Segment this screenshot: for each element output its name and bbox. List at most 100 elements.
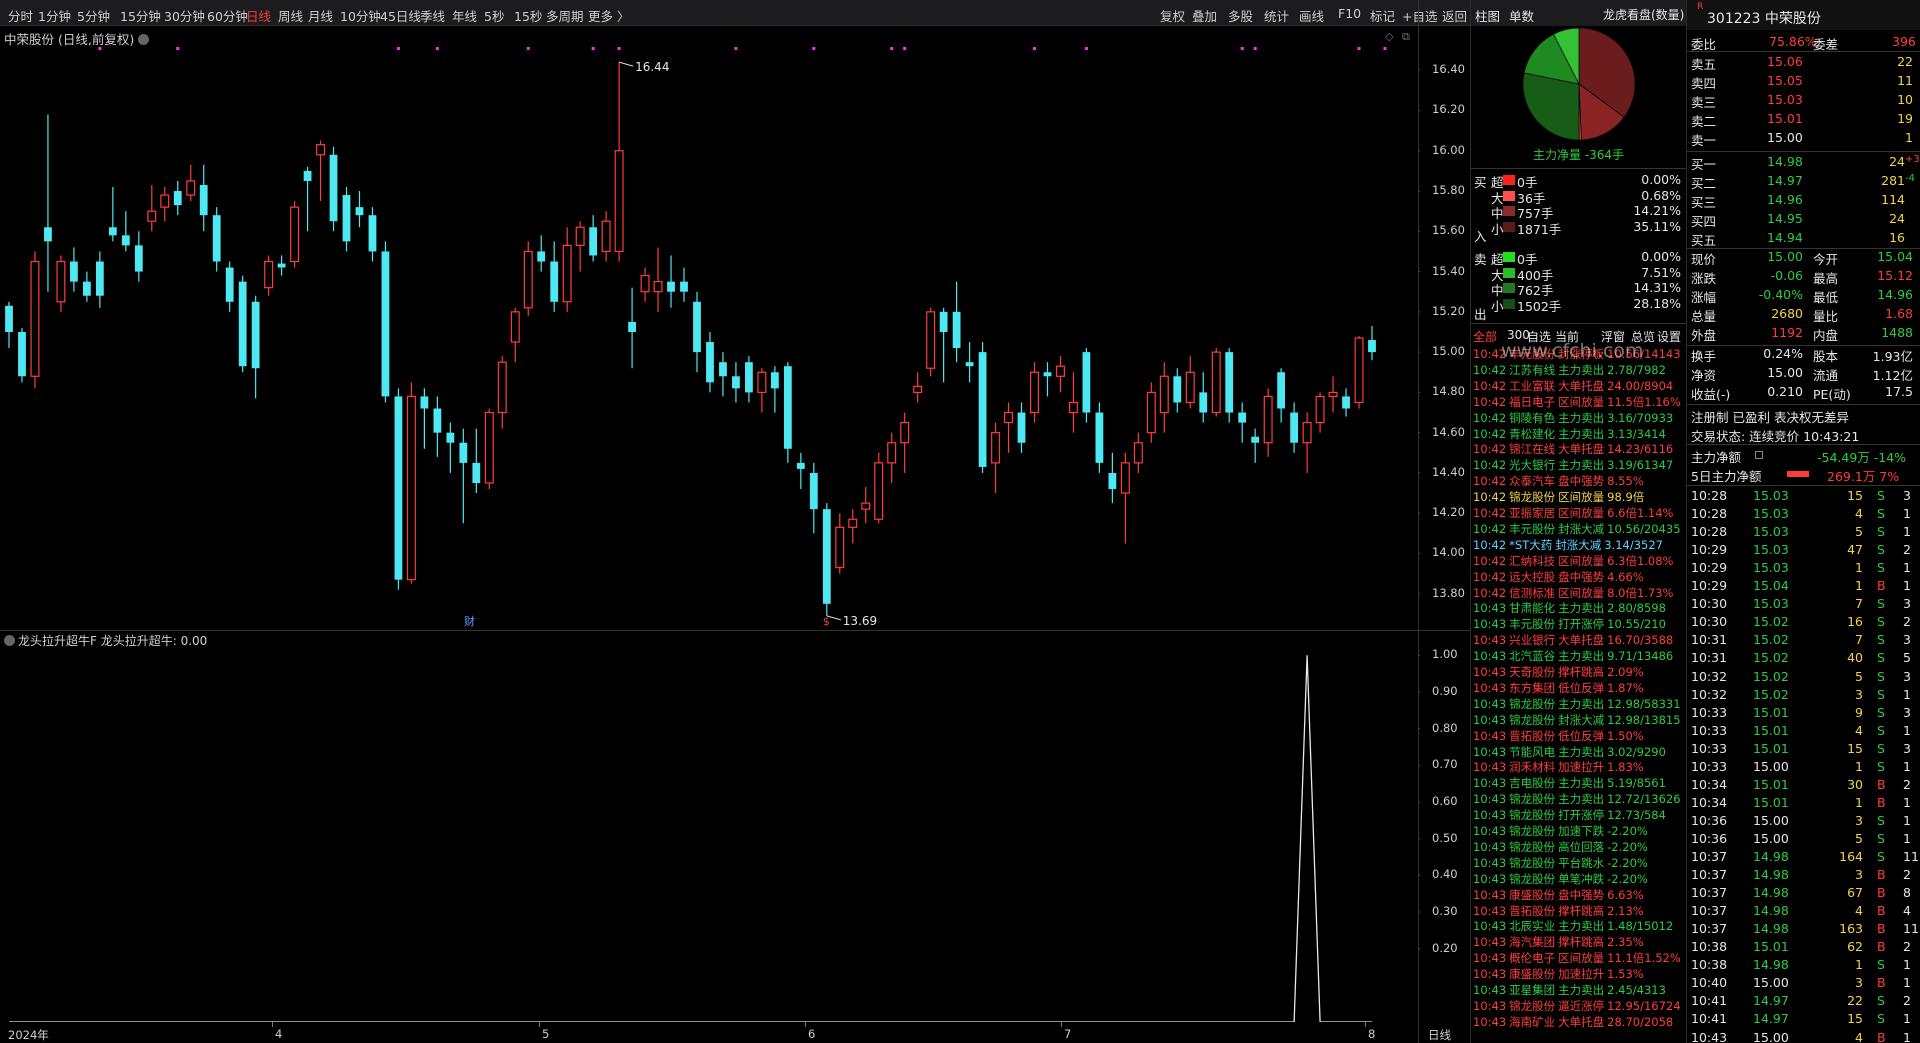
alert-row[interactable]: 10:42 汇纳科技 区间放量 6.3倍1.08%: [1473, 553, 1685, 569]
alert-row[interactable]: 10:43 节能风电 主力卖出 3.02/9290: [1473, 744, 1685, 760]
alert-row[interactable]: 10:43 锦龙股份 主力卖出 12.72/13626: [1473, 791, 1685, 807]
candle-body: [1368, 340, 1376, 353]
five-day-bar: [1787, 471, 1809, 477]
tool-4[interactable]: 画线: [1299, 6, 1324, 25]
alert-row[interactable]: 10:42 信测标准 区间放量 8.0倍1.73%: [1473, 585, 1685, 601]
tool-3[interactable]: 统计: [1264, 6, 1289, 25]
alert-row[interactable]: 10:43 锦龙股份 打开涨停 12.73/584: [1473, 807, 1685, 823]
period-7[interactable]: 周线: [278, 6, 303, 25]
candle-body: [887, 442, 897, 464]
alert-time: 10:42: [1473, 410, 1507, 425]
tick-price: 15.02: [1753, 632, 1789, 648]
alert-row[interactable]: 10:42 丰元股份 封涨大减 10.56/20435: [1473, 521, 1685, 537]
tick-time: 10:30: [1691, 614, 1728, 630]
alert-row[interactable]: 10:43 吉电股份 主力卖出 5.19/8561: [1473, 775, 1685, 791]
tool-0[interactable]: 复权: [1160, 6, 1185, 25]
filter-tab[interactable]: 设置: [1657, 328, 1681, 345]
x-tick: [1061, 1022, 1062, 1027]
alert-value: 8.55%: [1607, 474, 1644, 489]
alert-row[interactable]: 10:43 海南矿业 大单托盘 28.70/2058: [1473, 1014, 1685, 1030]
alert-row[interactable]: 10:43 康盛股份 盘中强势 6.63%: [1473, 887, 1685, 903]
period-9[interactable]: 10分钟: [340, 6, 381, 25]
alert-row[interactable]: 10:42 亚振家居 区间放量 6.6倍1.14%: [1473, 505, 1685, 521]
period-16[interactable]: 更多 〉: [588, 6, 629, 25]
alert-row[interactable]: 10:43 锦龙股份 封涨大减 12.98/13815: [1473, 712, 1685, 728]
alert-row[interactable]: 10:43 锦龙股份 主力卖出 12.98/58331: [1473, 696, 1685, 712]
period-8[interactable]: 月线: [308, 6, 333, 25]
alert-row[interactable]: 10:42 青松建化 主力卖出 3.13/3414: [1473, 426, 1685, 442]
alert-row[interactable]: 10:43 亚星集团 主力卖出 2.45/4313: [1473, 982, 1685, 998]
tool-1[interactable]: 叠加: [1192, 6, 1217, 25]
alert-row[interactable]: 10:43 北辰实业 主力卖出 1.48/15012: [1473, 918, 1685, 934]
alert-row[interactable]: 10:43 甘肃能化 主力卖出 2.80/8598: [1473, 600, 1685, 616]
alert-row[interactable]: 10:43 锦龙股份 高位回落 -2.20%: [1473, 839, 1685, 855]
tick-side: S: [1877, 596, 1885, 612]
alert-value: -2.20%: [1607, 855, 1648, 870]
period-5[interactable]: 60分钟: [207, 6, 248, 25]
alert-row[interactable]: 10:42 福日电子 区间放量 11.5倍1.16%: [1473, 394, 1685, 410]
period-0[interactable]: 分时: [8, 6, 33, 25]
tool-6[interactable]: 标记: [1370, 6, 1395, 25]
tick-time: 10:32: [1691, 668, 1728, 684]
alert-row[interactable]: 10:43 锦龙股份 平台跳水 -2.20%: [1473, 855, 1685, 871]
tick-count: 1: [1903, 812, 1911, 828]
alert-row[interactable]: 10:42 工业富联 大单托盘 24.00/8904: [1473, 378, 1685, 394]
period-11[interactable]: 季线: [420, 6, 445, 25]
alert-row[interactable]: 10:43 天奇股份 撑杆跳高 2.09%: [1473, 664, 1685, 680]
candle-body: [1315, 395, 1325, 424]
candle-body: [238, 281, 247, 367]
alert-time: 10:43: [1473, 712, 1507, 727]
tool-7[interactable]: +自选: [1402, 6, 1437, 25]
alert-row[interactable]: 10:42 远大控股 盘中强势 4.66%: [1473, 569, 1685, 585]
tick-row: 10:40 15.00 3 B 1: [1687, 975, 1920, 993]
alert-row[interactable]: 10:43 概伦电子 区间放量 11.1倍1.52%: [1473, 950, 1685, 966]
alert-row[interactable]: 10:43 北汽蓝谷 主力卖出 9.71/13486: [1473, 648, 1685, 664]
alert-row[interactable]: 10:42 光大银行 主力卖出 3.19/61347: [1473, 457, 1685, 473]
ask-level: 卖一: [1691, 133, 1717, 148]
alert-row[interactable]: 10:43 海汽集团 撑杆跳高 2.35%: [1473, 934, 1685, 950]
period-14[interactable]: 15秒: [514, 6, 542, 25]
alert-row[interactable]: 10:43 丰元股份 打开涨停 10.55/210: [1473, 616, 1685, 632]
alert-row[interactable]: 10:43 东方集团 低位反弹 1.87%: [1473, 680, 1685, 696]
event-marker: [435, 47, 439, 50]
alert-row[interactable]: 10:43 锦龙股份 加速下跌 -2.20%: [1473, 823, 1685, 839]
alert-row[interactable]: 10:43 润禾材料 加速拉升 1.83%: [1473, 759, 1685, 775]
period-3[interactable]: 15分钟: [120, 6, 161, 25]
alert-row[interactable]: 10:42 锦龙股份 区间放量 98.9倍: [1473, 489, 1685, 505]
period-6[interactable]: 日线: [246, 6, 271, 25]
x-tick-label: 2024年: [8, 1028, 49, 1042]
tool-5[interactable]: F10: [1338, 6, 1361, 21]
tick-volume: 67: [1847, 885, 1863, 901]
filter-tab[interactable]: 全部: [1473, 328, 1497, 345]
period-4[interactable]: 30分钟: [164, 6, 205, 25]
period-1[interactable]: 1分钟: [38, 6, 71, 25]
tab-dragon-tiger[interactable]: 龙虎看盘(数量): [1603, 6, 1684, 23]
tool-8[interactable]: 返回: [1442, 6, 1467, 25]
alert-row[interactable]: 10:43 锦龙股份 逼近涨停 12.95/16724: [1473, 998, 1685, 1014]
period-10[interactable]: 45日线: [380, 6, 421, 25]
candle-body: [342, 195, 351, 242]
alert-row[interactable]: 10:43 晋拓股份 撑杆跳高 2.13%: [1473, 903, 1685, 919]
period-12[interactable]: 年线: [452, 6, 477, 25]
alert-row[interactable]: 10:42 众泰汽车 盘中强势 8.55%: [1473, 473, 1685, 489]
indicator-chart[interactable]: [0, 632, 1420, 1022]
period-2[interactable]: 5分钟: [77, 6, 110, 25]
alert-row[interactable]: 10:42 锦江在线 大单托盘 14.23/6116: [1473, 441, 1685, 457]
alert-row[interactable]: 10:42 *ST大药 封涨大减 3.14/3527: [1473, 537, 1685, 553]
info-icon[interactable]: [1755, 451, 1763, 459]
period-13[interactable]: 5秒: [484, 6, 504, 25]
period-15[interactable]: 多周期: [546, 6, 584, 25]
alert-value: 16.70/3588: [1607, 633, 1674, 648]
alert-list[interactable]: 10:42 丰元股份 封涨停板 10.56/14143 10:42 江苏有线 主力卖出 2.7…: [1471, 346, 1687, 1043]
alert-row[interactable]: 10:43 兴业银行 大单托盘 16.70/3588: [1473, 632, 1685, 648]
alert-row[interactable]: 10:43 锦龙股份 单笔冲跌 -2.20%: [1473, 871, 1685, 887]
registration-badge: R: [1697, 2, 1704, 12]
event-marker: [98, 47, 102, 50]
alert-row[interactable]: 10:42 江苏有线 主力卖出 2.78/7982: [1473, 362, 1685, 378]
tool-2[interactable]: 多股: [1228, 6, 1253, 25]
alert-row[interactable]: 10:43 晋拓股份 低位反弹 1.50%: [1473, 728, 1685, 744]
bid-volume: 24: [1889, 211, 1905, 226]
candlestick-chart[interactable]: 16.44 13.69 财 $: [0, 40, 1420, 636]
alert-row[interactable]: 10:42 铜陵有色 主力卖出 3.16/70933: [1473, 410, 1685, 426]
alert-row[interactable]: 10:43 康盛股份 加速拉升 1.53%: [1473, 966, 1685, 982]
